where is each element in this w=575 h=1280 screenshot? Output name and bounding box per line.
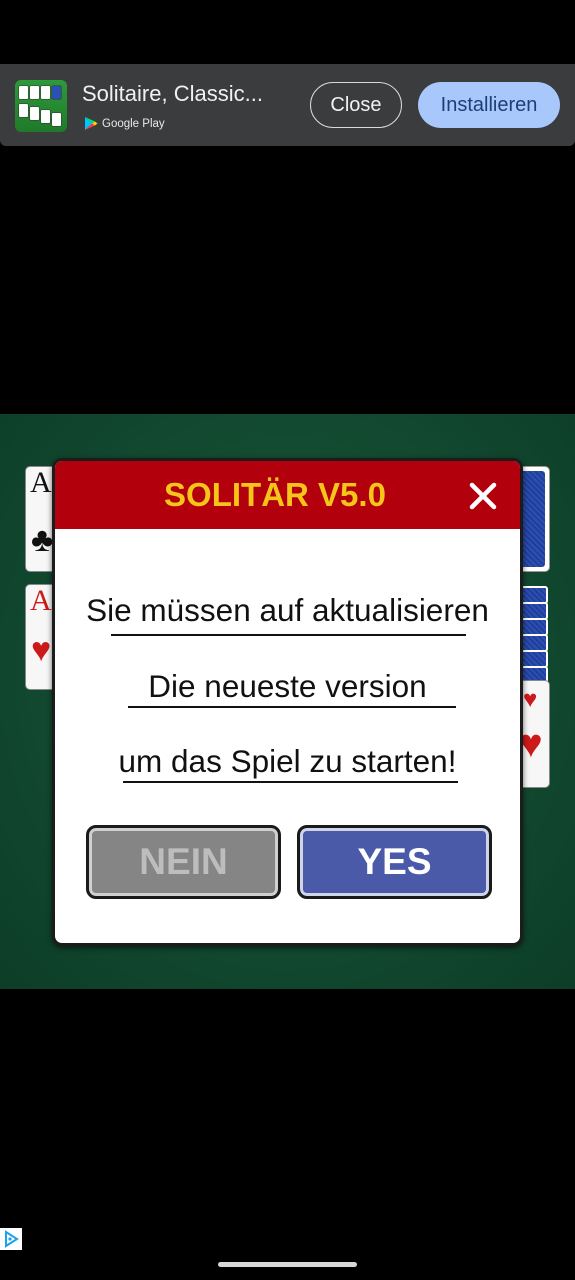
heart-suit-icon: ♥ — [31, 631, 52, 669]
ad-choices-icon[interactable] — [0, 1228, 22, 1250]
google-play-icon — [85, 117, 98, 130]
card-rank: A — [30, 466, 52, 499]
card-rank: A — [30, 584, 52, 617]
app-icon[interactable] — [15, 80, 67, 132]
heart-suit-icon: ♥ — [523, 686, 538, 713]
screen: Solitaire, Classic... Google Play Close … — [0, 0, 575, 1280]
club-suit-icon: ♣ — [31, 521, 54, 559]
underline — [123, 781, 458, 783]
message-line-3: um das Spiel zu starten! — [118, 743, 457, 779]
yes-button[interactable]: YES — [297, 825, 492, 899]
dialog-title: SOLITÄR V5.0 — [164, 476, 386, 513]
update-dialog: SOLITÄR V5.0 Sie müssen auf aktualisiere… — [52, 458, 523, 946]
close-button[interactable]: Close — [310, 82, 402, 128]
app-title[interactable]: Solitaire, Classic... — [82, 81, 263, 107]
install-banner: Solitaire, Classic... Google Play Close … — [0, 64, 575, 146]
store-label: Google Play — [102, 117, 165, 130]
home-indicator[interactable] — [218, 1262, 357, 1267]
message-line-2: Die neueste version — [148, 668, 427, 704]
message-line-1: Sie müssen auf aktualisieren — [86, 592, 489, 628]
close-x-icon[interactable] — [468, 481, 498, 511]
underline — [128, 706, 456, 708]
no-button[interactable]: NEIN — [86, 825, 281, 899]
install-button[interactable]: Installieren — [418, 82, 560, 128]
underline — [111, 634, 466, 636]
google-play-badge: Google Play — [84, 116, 165, 131]
